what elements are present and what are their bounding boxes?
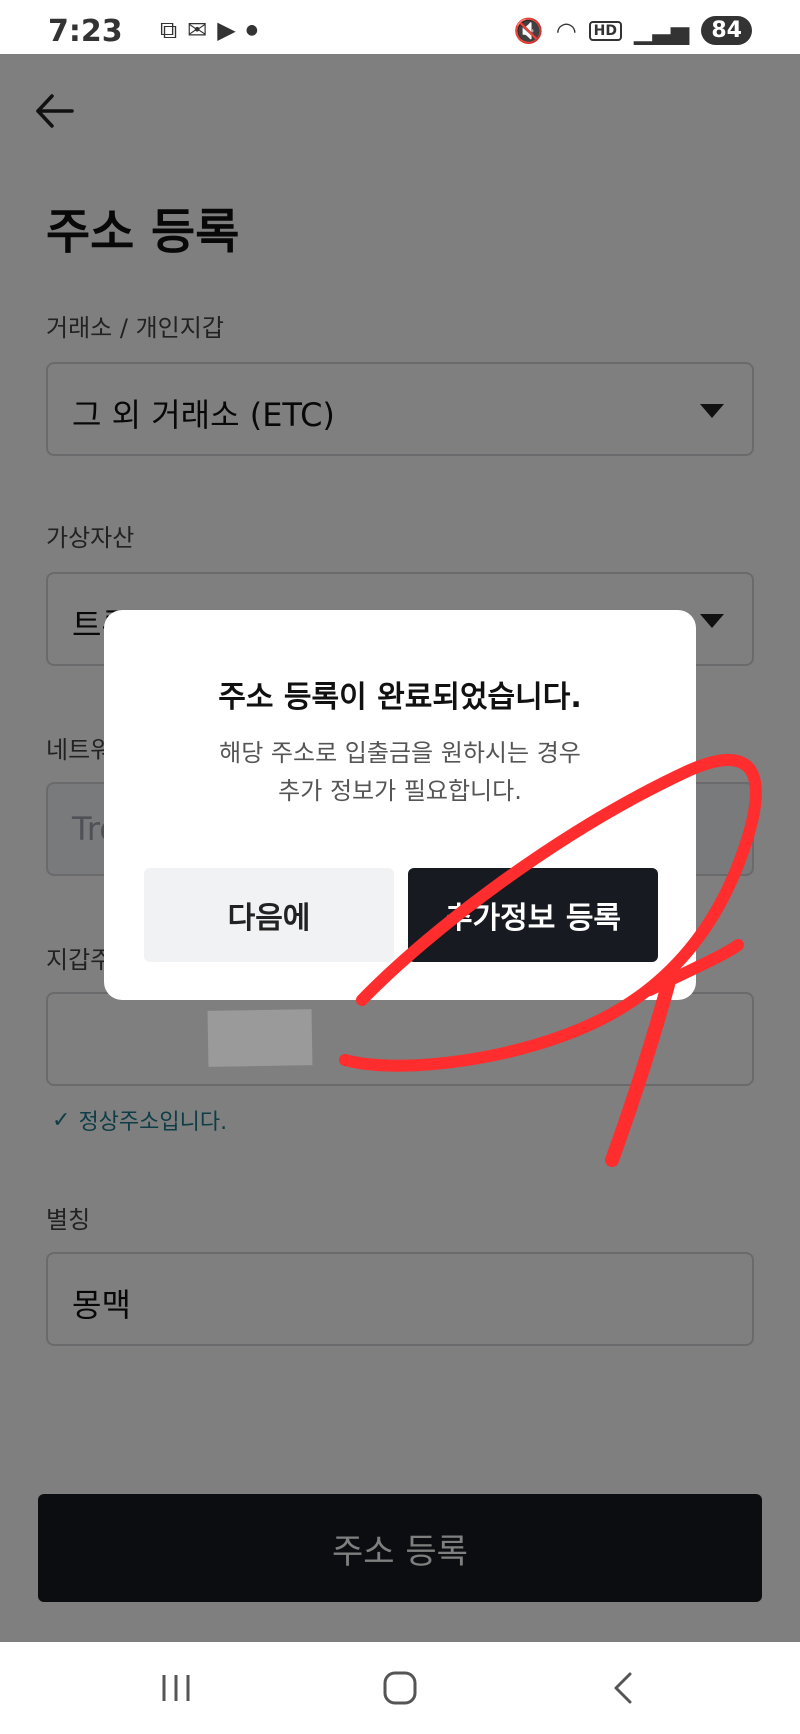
screenshot-icon: ⧉: [160, 16, 178, 44]
battery-icon: 84: [701, 16, 752, 45]
redaction-block: [207, 1009, 313, 1067]
dialog-message: 해당 주소로 입출금을 원하시는 경우 추가 정보가 필요합니다.: [104, 734, 696, 810]
hd-icon: HD: [588, 20, 622, 41]
system-nav-bar: [0, 1642, 800, 1734]
youtube-icon: ▶: [217, 16, 236, 44]
later-button[interactable]: 다음에: [144, 868, 394, 962]
wifi-icon: ◠: [555, 16, 577, 45]
register-more-info-button[interactable]: 추가정보 등록: [408, 868, 658, 962]
home-icon[interactable]: [370, 1664, 430, 1712]
status-bar: 7:23 ⧉ ✉ ▶ ● 🔇 ◠ HD ▁▃▅ 84: [0, 0, 800, 54]
dialog-message-line1: 해당 주소로 입출금을 원하시는 경우: [219, 739, 581, 767]
dialog-title: 주소 등록이 완료되었습니다.: [218, 680, 582, 715]
dot-icon: ●: [245, 22, 258, 38]
dialog-message-line2: 추가 정보가 필요합니다.: [278, 777, 522, 805]
nav-back-icon[interactable]: [594, 1664, 654, 1712]
mute-icon: 🔇: [513, 16, 544, 45]
completion-dialog: 주소 등록이 완료되었습니다. 해당 주소로 입출금을 원하시는 경우 추가 정…: [104, 610, 696, 1000]
gmail-icon: ✉: [187, 16, 208, 44]
recent-apps-icon[interactable]: [146, 1664, 206, 1712]
status-time: 7:23: [48, 14, 123, 49]
signal-icon: ▁▃▅: [634, 16, 690, 45]
